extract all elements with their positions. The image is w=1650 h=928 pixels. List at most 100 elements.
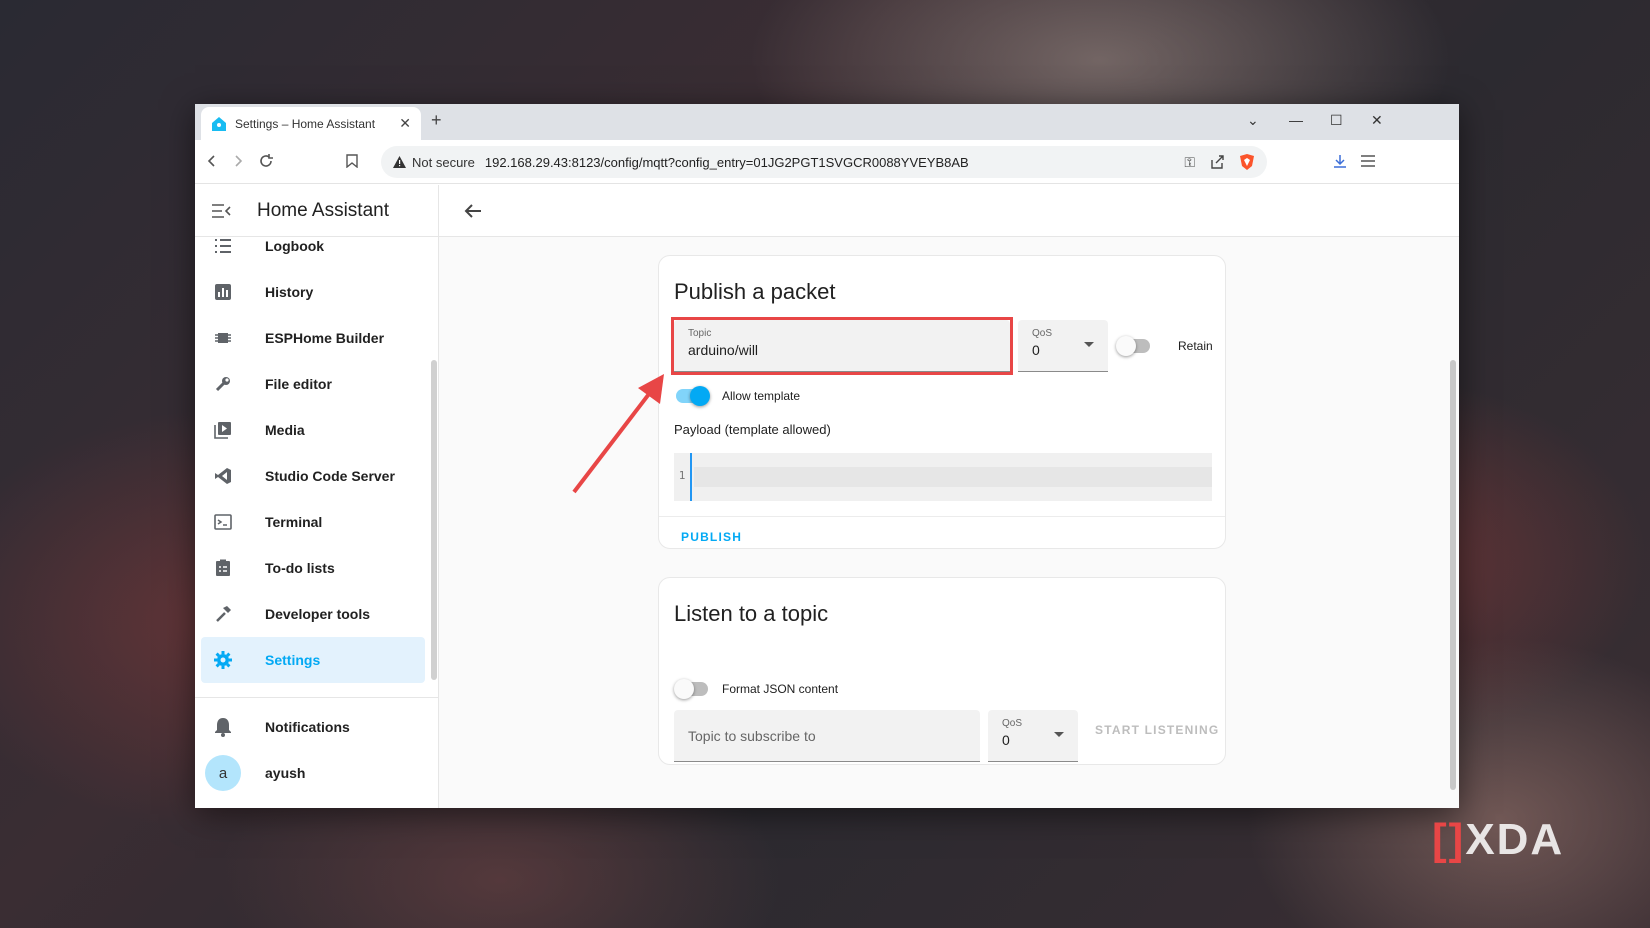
highlight-box xyxy=(671,317,1013,375)
caret-down-icon xyxy=(1054,732,1064,737)
sidebar-item-label: Terminal xyxy=(265,514,323,530)
sidebar-item-notifications[interactable]: Notifications xyxy=(201,704,432,750)
download-icon[interactable] xyxy=(1329,150,1351,172)
main-scrollbar[interactable] xyxy=(1450,360,1456,790)
arrow-left-icon[interactable] xyxy=(461,199,485,223)
sidebar-item-studio-code-server[interactable]: Studio Code Server xyxy=(201,453,425,499)
subscribe-topic-placeholder: Topic to subscribe to xyxy=(688,728,816,744)
minimize-icon[interactable]: — xyxy=(1289,112,1303,128)
tab-search-icon[interactable]: ⌄ xyxy=(1247,112,1259,129)
back-nav-icon[interactable] xyxy=(201,150,223,172)
qos-value: 0 xyxy=(1032,342,1040,358)
sidebar-item-media[interactable]: Media xyxy=(201,407,425,453)
toggle-knob xyxy=(674,679,694,699)
clipboard-list-icon xyxy=(211,556,235,580)
toggle-knob xyxy=(690,386,710,406)
sidebar-item-settings[interactable]: Settings xyxy=(201,637,425,683)
avatar: a xyxy=(205,755,241,791)
sidebar-item-label: History xyxy=(265,284,314,300)
chip-icon xyxy=(211,326,235,350)
sidebar-item-terminal[interactable]: Terminal xyxy=(201,499,425,545)
app-title: Home Assistant xyxy=(257,199,389,221)
home-assistant-logo-icon xyxy=(212,116,226,131)
listen-card: Listen to a topic Format JSON content To… xyxy=(658,577,1226,765)
qos-label: QoS xyxy=(1002,718,1023,729)
hammer-icon xyxy=(211,602,235,626)
share-icon[interactable] xyxy=(1209,154,1225,170)
sidebar-item-label: Developer tools xyxy=(265,606,371,622)
close-window-icon[interactable]: ✕ xyxy=(1371,112,1383,129)
url-text[interactable]: 192.168.29.43:8123/config/mqtt?config_en… xyxy=(485,155,969,170)
xda-bracket-glyph: [] xyxy=(1432,815,1466,864)
sidebar-item-label: To-do lists xyxy=(265,560,335,576)
sidebar-scrollbar[interactable] xyxy=(431,360,437,680)
sidebar-footer: Notifications a ayush xyxy=(195,697,438,796)
not-secure-label: Not secure xyxy=(412,154,475,170)
xda-watermark-text: XDA xyxy=(1465,815,1565,864)
security-indicator[interactable]: Not secure xyxy=(393,155,475,170)
maximize-icon[interactable]: ☐ xyxy=(1330,112,1343,129)
address-bar[interactable]: Not secure 192.168.29.43:8123/config/mqt… xyxy=(381,146,1267,178)
sidebar-item-developer-tools[interactable]: Developer tools xyxy=(201,591,425,637)
reload-icon[interactable] xyxy=(255,150,277,172)
sidebar-item-esphome-builder[interactable]: ESPHome Builder xyxy=(201,315,425,361)
retain-toggle[interactable] xyxy=(1116,335,1152,356)
xda-watermark: []XDA xyxy=(1432,815,1564,865)
sidebar-item-label: Notifications xyxy=(265,719,350,735)
sidebar-item-label: Logbook xyxy=(265,238,325,254)
new-tab-icon[interactable]: + xyxy=(431,110,442,131)
play-box-multiple-icon xyxy=(211,418,235,442)
annotation-arrow xyxy=(572,374,664,494)
payload-label: Payload (template allowed) xyxy=(674,422,831,437)
retain-label: Retain xyxy=(1178,339,1213,353)
sidebar-item-file-editor[interactable]: File editor xyxy=(201,361,425,407)
listen-title: Listen to a topic xyxy=(674,601,829,626)
page-header xyxy=(439,185,1459,237)
tab-title: Settings – Home Assistant xyxy=(235,116,376,131)
payload-editor[interactable]: 1 xyxy=(674,453,1212,501)
qos-select[interactable]: QoS 0 xyxy=(1018,320,1108,372)
sidebar-item-label: Studio Code Server xyxy=(265,468,395,484)
forward-nav-icon[interactable] xyxy=(227,150,249,172)
console-icon xyxy=(211,510,235,534)
sidebar-item-to-do-lists[interactable]: To-do lists xyxy=(201,545,425,591)
publish-button[interactable]: PUBLISH xyxy=(681,530,742,544)
start-listening-button[interactable]: START LISTENING xyxy=(1095,723,1219,737)
subscribe-topic-field[interactable]: Topic to subscribe to xyxy=(674,710,980,762)
browser-window: Settings – Home Assistant ✕ + ⌄ — ☐ ✕ No… xyxy=(195,104,1459,808)
sidebar-item-logbook[interactable]: Logbook xyxy=(201,223,425,269)
user-name: ayush xyxy=(265,765,306,781)
bookmark-icon[interactable] xyxy=(341,150,363,172)
format-list-bulleted-icon xyxy=(211,234,235,258)
key-icon[interactable]: ⚿ xyxy=(1184,154,1195,171)
qos-label: QoS xyxy=(1032,328,1053,339)
browser-tab[interactable]: Settings – Home Assistant ✕ xyxy=(201,107,421,140)
menu-open-icon[interactable] xyxy=(211,203,231,219)
browser-menu-icon[interactable] xyxy=(1357,150,1379,172)
close-tab-icon[interactable]: ✕ xyxy=(399,115,411,132)
sidebar: Home Assistant Logbook History ESPHome B… xyxy=(195,185,439,808)
tab-bar: Settings – Home Assistant ✕ + ⌄ — ☐ ✕ xyxy=(195,104,1459,140)
warning-icon xyxy=(393,156,406,168)
format-json-label: Format JSON content xyxy=(722,682,839,696)
browser-toolbar: Not secure 192.168.29.43:8123/config/mqt… xyxy=(195,140,1459,184)
bell-icon xyxy=(211,715,235,739)
sidebar-item-label: Settings xyxy=(265,652,321,668)
sidebar-item-history[interactable]: History xyxy=(201,269,425,315)
listen-qos-select[interactable]: QoS 0 xyxy=(988,710,1078,762)
sidebar-nav: Logbook History ESPHome Builder File edi… xyxy=(195,223,431,683)
cog-icon xyxy=(211,648,235,672)
vscode-icon xyxy=(211,464,235,488)
sidebar-item-label: Media xyxy=(265,422,305,438)
chart-box-icon xyxy=(211,280,235,304)
active-line xyxy=(694,467,1212,487)
wrench-icon xyxy=(211,372,235,396)
caret-down-icon xyxy=(1084,342,1094,347)
toggle-knob xyxy=(1116,336,1136,356)
sidebar-item-profile[interactable]: a ayush xyxy=(201,750,432,796)
publish-title: Publish a packet xyxy=(674,279,836,304)
brave-shield-icon[interactable] xyxy=(1239,153,1255,171)
format-json-toggle[interactable] xyxy=(674,678,710,699)
publish-card: Publish a packet Topic arduino/will QoS … xyxy=(658,255,1226,549)
sidebar-item-label: File editor xyxy=(265,376,332,392)
